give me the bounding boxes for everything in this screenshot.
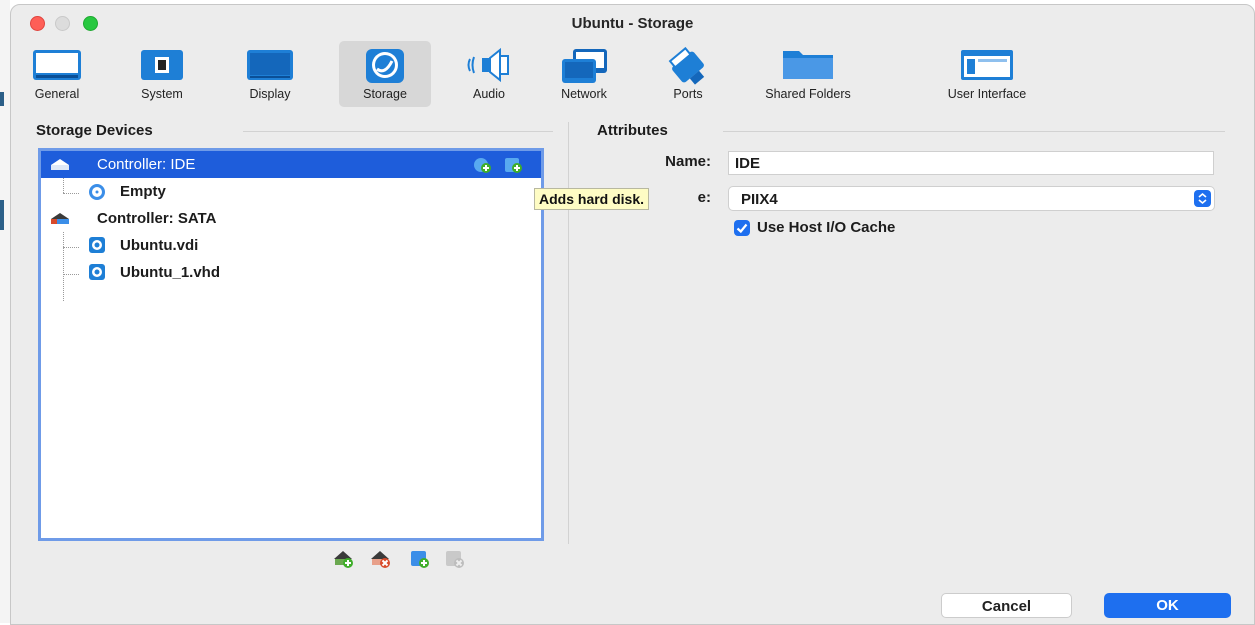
- settings-window: Ubuntu - Storage General System Display …: [10, 4, 1255, 625]
- tree-item-controller-ide[interactable]: Controller: IDE: [41, 151, 541, 178]
- add-controller-icon[interactable]: [333, 548, 353, 568]
- general-icon: [33, 50, 81, 80]
- tab-general[interactable]: General: [27, 41, 87, 107]
- storage-tree[interactable]: Controller: IDE Empty Controller: SATA U…: [38, 148, 544, 541]
- ok-button[interactable]: OK: [1104, 593, 1231, 618]
- background-edge-mark: [0, 200, 4, 230]
- panel-splitter[interactable]: [568, 122, 569, 544]
- hard-disk-icon: [89, 264, 105, 280]
- settings-toolbar: General System Display Storage Audio Net…: [11, 39, 1254, 109]
- controller-icon: [51, 213, 69, 224]
- section-divider: [723, 131, 1225, 132]
- add-hard-disk-icon[interactable]: [503, 155, 523, 175]
- window-title: Ubuntu - Storage: [571, 15, 694, 32]
- storage-devices-label: Storage Devices: [36, 122, 153, 139]
- tab-network[interactable]: Network: [553, 41, 615, 107]
- type-field-label: e:: [697, 189, 711, 206]
- hard-disk-icon: [89, 237, 105, 253]
- host-io-cache-checkbox[interactable]: [734, 220, 750, 236]
- tab-system[interactable]: System: [129, 41, 195, 107]
- tree-item-ubuntu-vdi[interactable]: Ubuntu.vdi: [41, 232, 541, 259]
- host-io-cache-label[interactable]: Use Host I/O Cache: [757, 219, 895, 236]
- checkmark-icon: [736, 223, 748, 234]
- tab-user-interface[interactable]: User Interface: [931, 41, 1043, 107]
- user-interface-window-icon: [961, 50, 1013, 80]
- tab-audio[interactable]: Audio: [459, 41, 519, 107]
- remove-attachment-icon: [446, 551, 464, 568]
- attributes-label: Attributes: [597, 122, 668, 139]
- speaker-icon: [467, 47, 509, 83]
- background-edge-mark: [0, 92, 4, 106]
- tab-display[interactable]: Display: [237, 41, 303, 107]
- cancel-button[interactable]: Cancel: [941, 593, 1072, 618]
- title-bar: Ubuntu - Storage: [11, 5, 1254, 39]
- add-attachment-icon[interactable]: [409, 548, 429, 568]
- add-optical-drive-icon[interactable]: [473, 155, 493, 175]
- tab-ports[interactable]: Ports: [661, 41, 715, 107]
- folder-icon: [783, 51, 833, 79]
- display-monitor-icon: [247, 50, 293, 80]
- section-divider: [243, 131, 553, 132]
- chevron-updown-icon: [1194, 190, 1211, 207]
- name-field-label: Name:: [665, 153, 711, 170]
- network-icon: [562, 49, 607, 83]
- tree-item-empty[interactable]: Empty: [41, 178, 541, 205]
- type-select-value: PIIX4: [741, 191, 778, 208]
- ports-plug-icon: [668, 47, 705, 85]
- tab-shared-folders[interactable]: Shared Folders: [755, 41, 861, 107]
- system-chip-icon: [141, 50, 183, 80]
- name-input[interactable]: IDE: [728, 151, 1214, 175]
- tab-storage[interactable]: Storage: [339, 41, 431, 107]
- remove-controller-icon[interactable]: [370, 548, 390, 568]
- background-app-edge: [0, 0, 10, 623]
- controller-icon: [51, 159, 69, 170]
- type-select[interactable]: PIIX4: [728, 186, 1215, 211]
- storage-disk-icon: [366, 49, 404, 83]
- tree-item-controller-sata[interactable]: Controller: SATA: [41, 205, 541, 232]
- optical-disc-icon: [89, 184, 105, 200]
- tree-item-ubuntu-1-vhd[interactable]: Ubuntu_1.vhd: [41, 259, 541, 286]
